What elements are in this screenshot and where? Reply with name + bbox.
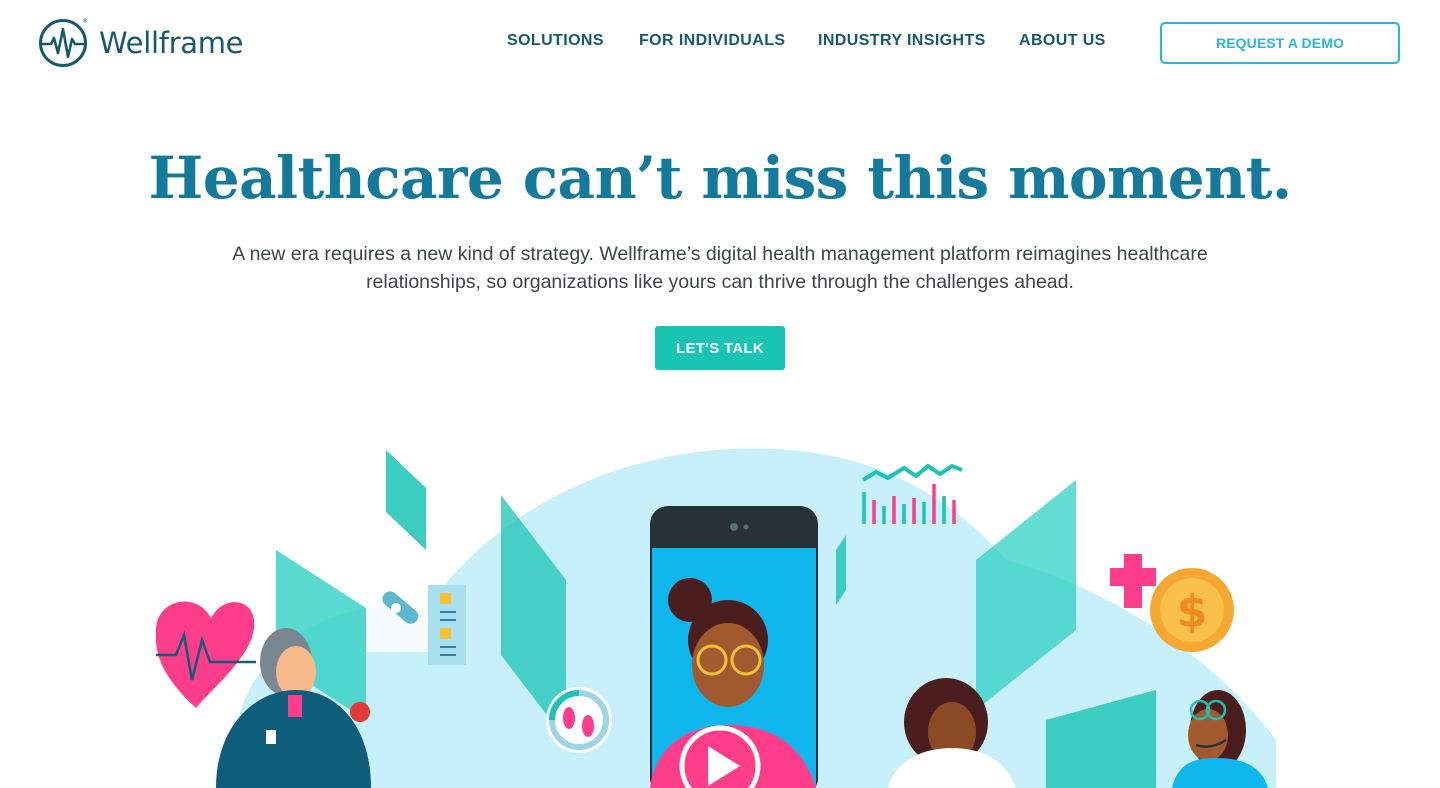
- footsteps-icon: [546, 687, 612, 753]
- registered-mark: ®: [82, 18, 88, 25]
- request-demo-button[interactable]: REQUEST A DEMO: [1160, 22, 1400, 64]
- hero-subtitle: A new era requires a new kind of strateg…: [200, 240, 1240, 296]
- hero-subtitle-line-2: relationships, so organizations like you…: [366, 271, 1074, 293]
- pill-icon: [366, 570, 428, 652]
- nav-for-individuals[interactable]: FOR INDIVIDUALS: [639, 32, 785, 50]
- hero-illustration-art: $: [156, 448, 1276, 788]
- person-face: [692, 623, 764, 707]
- site-header: ® Wellframe SOLUTIONS FOR INDIVIDUALS IN…: [0, 0, 1440, 86]
- nav-solutions[interactable]: SOLUTIONS: [507, 32, 604, 50]
- nav-about-us[interactable]: ABOUT US: [1019, 32, 1106, 50]
- hero-title: Healthcare can’t miss this moment.: [148, 144, 1292, 212]
- panel-shape: [386, 450, 426, 550]
- hero-illustration: $: [156, 440, 1276, 788]
- svg-text:$: $: [1177, 586, 1208, 637]
- checklist-icon: [428, 585, 466, 665]
- heart-icon: [156, 601, 256, 708]
- dollar-coin-icon: $: [1150, 568, 1234, 652]
- hero-subtitle-line-1: A new era requires a new kind of strateg…: [232, 243, 1208, 265]
- plus-icon: [1110, 554, 1156, 608]
- phone-icon: [650, 506, 818, 788]
- apple-icon: [350, 702, 370, 722]
- lets-talk-button[interactable]: LET'S TALK: [655, 326, 785, 370]
- nav-industry-insights[interactable]: INDUSTRY INSIGHTS: [818, 32, 986, 50]
